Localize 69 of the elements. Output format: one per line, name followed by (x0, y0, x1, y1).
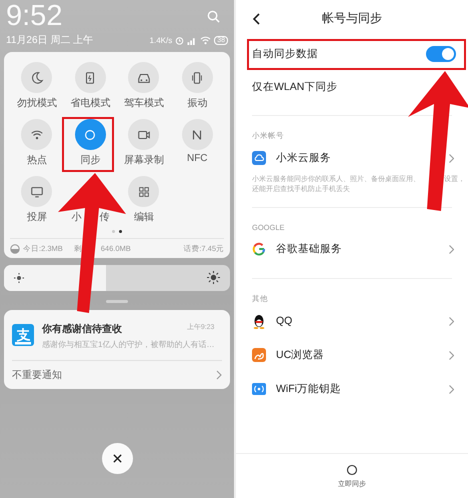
chevron-icon (449, 154, 454, 162)
close-icon (112, 454, 122, 463)
sun-icon (14, 273, 24, 283)
clock-time: 9:52 (6, 0, 62, 32)
close-button[interactable] (102, 443, 132, 474)
toggle-label: 投屏 (26, 210, 47, 224)
page-dot[interactable] (112, 230, 115, 232)
data-usage-icon (10, 244, 20, 254)
chevron-icon (449, 244, 454, 254)
moon-icon (30, 70, 44, 84)
grid-icon (136, 184, 151, 198)
alarm-icon (175, 36, 184, 44)
chevron-icon (216, 370, 222, 380)
toggle-label: NFC (186, 153, 208, 164)
account-item[interactable]: WiFi万能钥匙 (276, 382, 341, 396)
toggle-button[interactable] (128, 62, 160, 93)
toggle-button[interactable] (128, 119, 160, 150)
chevron-icon (449, 350, 454, 360)
toggle-label: 省电模式 (70, 96, 110, 110)
brightness-slider[interactable] (4, 265, 230, 291)
cloud-icon (252, 151, 266, 165)
chevron-icon (449, 316, 454, 326)
chevron-icon (449, 384, 454, 394)
toggle-button[interactable] (74, 119, 106, 150)
sync-icon (83, 128, 98, 142)
date-text: 11月26日 周二 上午 (6, 34, 94, 47)
setting-label: 自动同步数据 (252, 46, 318, 60)
monitor-icon (30, 184, 44, 198)
toggle-label: 勿扰模式 (16, 96, 57, 110)
penguin-icon (252, 314, 266, 328)
toggle-button[interactable] (21, 119, 52, 150)
wifi-icon (200, 36, 212, 44)
notification-title: 你有感谢信待查收 (42, 322, 122, 336)
page-dot[interactable] (119, 230, 122, 232)
toggle-button[interactable] (21, 62, 52, 93)
toggle-label: 同步 (80, 154, 100, 167)
toggle-button[interactable] (128, 176, 160, 207)
sun-icon (207, 271, 220, 284)
account-item[interactable]: UC浏览器 (276, 348, 324, 362)
toggle-label: 驾车模式 (124, 96, 164, 110)
wifi-key-icon (252, 383, 266, 395)
account-item[interactable]: QQ (276, 315, 292, 327)
toggle-button[interactable] (21, 176, 52, 207)
notification-body: 感谢你与相互宝1亿人的守护，被帮助的人有话… (42, 339, 214, 350)
highlight-frame (62, 117, 114, 172)
network-speed: 1.4K/s (150, 36, 172, 44)
account-item[interactable]: 小米云服务 (276, 151, 331, 165)
toggle-switch[interactable] (426, 46, 456, 62)
notification-footer[interactable]: 不重要通知 (12, 368, 62, 382)
toggle-label: 屏幕录制 (124, 154, 164, 167)
account-item[interactable]: 谷歌基础服务 (276, 242, 342, 256)
page-title: 帐号与同步 (322, 10, 382, 27)
toggle-button[interactable] (74, 62, 106, 93)
sync-icon (346, 464, 358, 476)
toggle-label: 热点 (26, 154, 47, 167)
hotspot-icon (30, 128, 44, 142)
app-icon (12, 324, 34, 346)
back-icon[interactable] (252, 12, 260, 24)
toggle-label: 传 (99, 211, 110, 224)
g-logo-icon (252, 242, 266, 256)
setting-label: 仅在WLAN下同步 (252, 80, 338, 94)
signal-icon (187, 36, 198, 44)
toggle-button[interactable] (182, 119, 213, 150)
toggle-label: 振动 (187, 97, 208, 110)
toggle-button[interactable] (182, 62, 213, 93)
vibrate-icon (190, 70, 204, 84)
toggle-label: 编辑 (134, 210, 154, 224)
drag-handle[interactable] (106, 300, 128, 303)
toggle-label: 小 (71, 210, 82, 224)
